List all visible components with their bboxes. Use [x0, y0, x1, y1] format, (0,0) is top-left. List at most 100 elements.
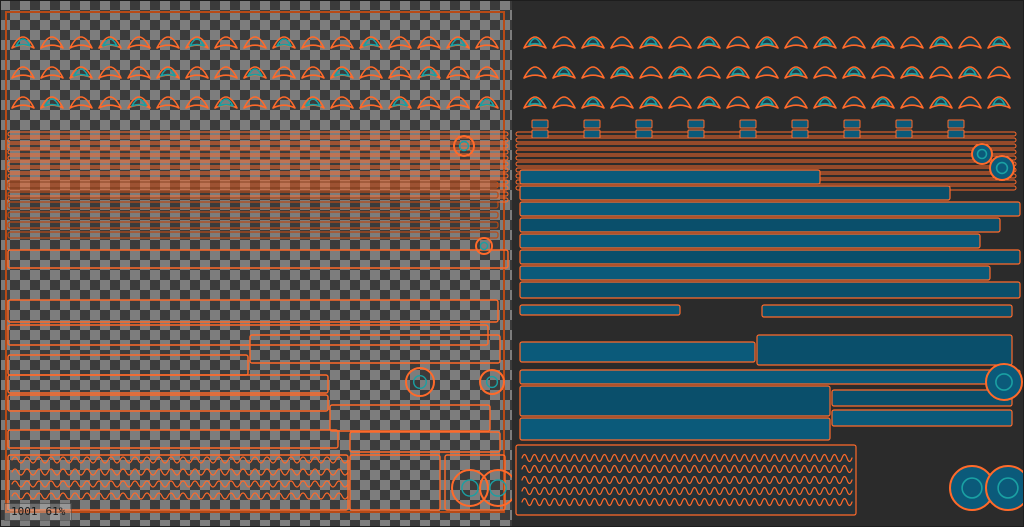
uv-island — [359, 66, 383, 79]
uv-island — [610, 36, 634, 49]
uv-wireframe-overlay — [5, 11, 512, 513]
uv-island — [519, 233, 981, 249]
uv-island — [739, 129, 757, 139]
uv-island — [958, 36, 982, 49]
uv-island — [7, 354, 249, 376]
uv-island — [7, 231, 499, 239]
uv-island — [451, 469, 489, 507]
uv-island — [479, 369, 505, 395]
uv-island — [388, 66, 412, 79]
uv-island — [895, 119, 913, 129]
uv-island — [453, 135, 475, 157]
uv-islands-canvas[interactable] — [512, 0, 1024, 527]
uv-island — [185, 66, 209, 79]
uv-island — [7, 181, 499, 189]
uv-island — [755, 66, 779, 79]
uv-island — [519, 201, 1021, 217]
uv-island — [7, 167, 509, 173]
uv-island — [7, 137, 509, 143]
uv-island — [11, 468, 349, 476]
uv-island — [349, 454, 441, 511]
uv-island — [7, 429, 339, 449]
uv-island — [7, 299, 499, 323]
uv-island — [156, 36, 180, 49]
uv-island — [249, 334, 501, 364]
uv-island — [552, 36, 576, 49]
uv-island — [7, 173, 509, 179]
uv-island — [552, 96, 576, 109]
uv-island — [7, 131, 509, 137]
uv-island — [301, 36, 325, 49]
uv-island — [519, 217, 1001, 233]
uv-island — [985, 363, 1023, 401]
uv-island — [475, 66, 499, 79]
uv-island — [479, 469, 512, 507]
uv-island — [635, 119, 653, 129]
uv-island — [5, 11, 505, 513]
uv-island — [531, 119, 549, 129]
uv-island — [7, 394, 329, 412]
uv-island — [349, 431, 501, 453]
uv-island — [971, 143, 993, 165]
viewport-status: 1001 61% — [4, 503, 73, 521]
uv-island — [272, 66, 296, 79]
uv-island — [405, 367, 435, 397]
uv-island — [413, 375, 428, 390]
uv-island — [214, 36, 238, 49]
uv-island — [581, 66, 605, 79]
uv-island — [871, 66, 895, 79]
uv-island — [583, 129, 601, 139]
uv-islands-layer — [515, 36, 1024, 516]
uv-island — [519, 169, 821, 185]
uv-island — [791, 129, 809, 139]
uv-island — [446, 66, 470, 79]
uv-island — [519, 185, 951, 201]
uv-island — [531, 129, 549, 139]
uv-island — [583, 119, 601, 129]
uv-island — [831, 409, 1013, 427]
uv-island — [515, 161, 1017, 167]
uv-island — [843, 119, 861, 129]
uv-island — [515, 155, 1017, 161]
uv-island — [726, 96, 750, 109]
uv-island — [156, 96, 180, 109]
uv-island — [987, 66, 1011, 79]
uv-island — [7, 374, 329, 394]
uv-island — [519, 417, 831, 441]
uv-island — [11, 96, 35, 109]
uv-island — [639, 66, 663, 79]
uv-island — [330, 96, 354, 109]
uv-island — [11, 66, 35, 79]
uv-island — [635, 129, 653, 139]
uv-island — [515, 149, 1017, 155]
uv-island — [947, 129, 965, 139]
uv-editor-viewport[interactable]: 1001 61% — [0, 0, 1024, 527]
uv-island — [929, 66, 953, 79]
uv-island — [243, 36, 267, 49]
uv-island — [127, 36, 151, 49]
uv-island — [7, 161, 509, 167]
uv-island — [127, 66, 151, 79]
uv-island — [330, 36, 354, 49]
uv-island — [843, 129, 861, 139]
uv-island — [519, 304, 681, 316]
uv-island — [958, 96, 982, 109]
uv-island — [523, 66, 547, 79]
uv-island — [475, 36, 499, 49]
uv-island — [519, 369, 1021, 385]
uv-island — [11, 492, 349, 500]
uv-island — [610, 96, 634, 109]
uv-island — [7, 211, 499, 219]
uv-island — [446, 96, 470, 109]
uv-island — [329, 404, 491, 432]
uv-island — [40, 36, 64, 49]
uv-island — [69, 96, 93, 109]
uv-tile-preview[interactable] — [0, 0, 513, 527]
uv-island — [214, 66, 238, 79]
uv-island — [7, 201, 499, 209]
zoom-label: 61% — [45, 505, 66, 518]
uv-island — [388, 36, 412, 49]
uv-island — [515, 143, 1017, 149]
uv-island — [739, 119, 757, 129]
uv-island — [461, 479, 479, 497]
